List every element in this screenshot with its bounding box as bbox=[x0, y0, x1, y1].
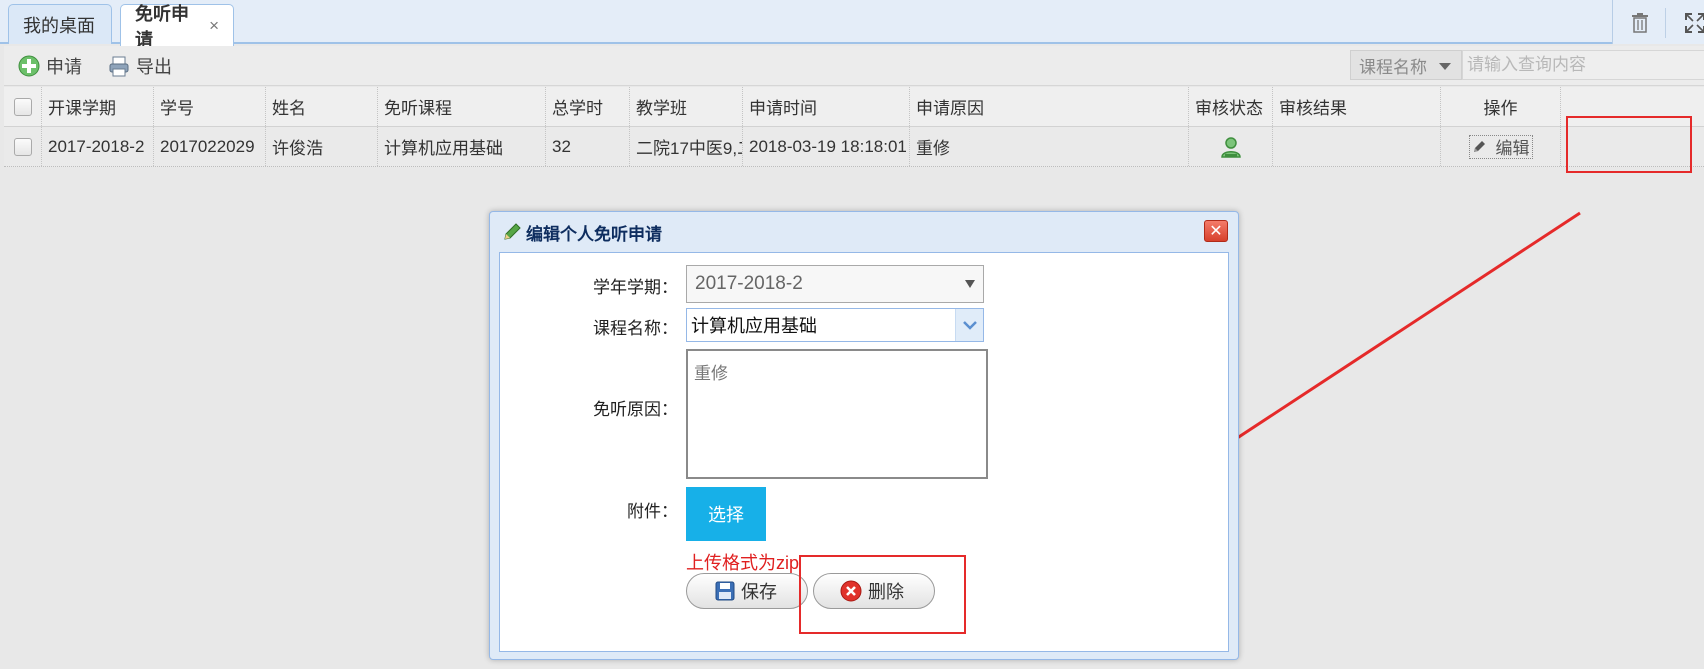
cell-apply-time: 2018-03-19 18:18:01 bbox=[743, 127, 910, 166]
column-header[interactable]: 免听课程 bbox=[378, 87, 546, 126]
choose-file-button[interactable]: 选择 bbox=[686, 487, 766, 541]
save-label: 保存 bbox=[741, 582, 777, 602]
add-icon bbox=[18, 55, 40, 77]
row-checkbox[interactable] bbox=[13, 137, 32, 156]
attachment-label: 附件： bbox=[627, 502, 678, 521]
cell-class: 二院17中医9,二 bbox=[630, 127, 743, 166]
cell-review-status bbox=[1189, 127, 1273, 166]
combo-dropdown-button[interactable] bbox=[955, 309, 983, 341]
grid-header: 开课学期 学号 姓名 免听课程 总学时 教学班 申请时间 申请原因 审核状态 审… bbox=[4, 87, 1704, 127]
column-header[interactable]: 教学班 bbox=[630, 87, 743, 126]
tab-bar: 我的桌面 免听申请 × bbox=[0, 0, 1704, 50]
tab-my-desktop[interactable]: 我的桌面 bbox=[8, 4, 112, 44]
dialog-title: 编辑个人免听申请 bbox=[526, 224, 662, 244]
edit-label: 编辑 bbox=[1495, 139, 1530, 158]
column-header[interactable]: 总学时 bbox=[546, 87, 630, 126]
caret-down-icon bbox=[965, 280, 975, 288]
cell-term: 2017-2018-2 bbox=[42, 127, 154, 166]
select-all-checkbox[interactable] bbox=[13, 97, 32, 116]
cell-name: 许俊浩 bbox=[266, 127, 378, 166]
cell-course: 计算机应用基础 bbox=[378, 127, 546, 166]
column-header[interactable]: 学号 bbox=[154, 87, 266, 126]
row-checkbox-cell bbox=[4, 127, 42, 166]
data-grid: 开课学期 学号 姓名 免听课程 总学时 教学班 申请时间 申请原因 审核状态 审… bbox=[4, 87, 1704, 167]
apply-button[interactable]: 申请 bbox=[18, 52, 82, 80]
printer-icon bbox=[109, 56, 129, 77]
fullscreen-icon[interactable] bbox=[1685, 13, 1704, 33]
cell-hours: 32 bbox=[546, 127, 630, 166]
tab-tools bbox=[1612, 0, 1704, 44]
reason-textarea[interactable]: 重修 bbox=[686, 349, 988, 479]
highlight-box-edit bbox=[1566, 116, 1692, 173]
apply-label: 申请 bbox=[46, 57, 82, 77]
reviewer-user-icon bbox=[1220, 136, 1241, 158]
upload-format-hint: 上传格式为zip bbox=[686, 553, 800, 573]
column-header[interactable]: 申请原因 bbox=[910, 87, 1189, 126]
cell-reason: 重修 bbox=[910, 127, 1189, 166]
tab-close-icon[interactable]: × bbox=[209, 16, 219, 36]
column-header[interactable]: 姓名 bbox=[266, 87, 378, 126]
divider bbox=[1665, 8, 1666, 38]
close-icon: ✕ bbox=[1209, 223, 1223, 240]
search-field-value: 课程名称 bbox=[1359, 57, 1427, 77]
table-row[interactable]: 2017-2018-2 2017022029 许俊浩 计算机应用基础 32 二院… bbox=[4, 127, 1704, 167]
edit-button[interactable]: 编辑 bbox=[1468, 134, 1533, 159]
search-field-select[interactable]: 课程名称 bbox=[1350, 50, 1462, 80]
pencil-icon bbox=[1473, 140, 1485, 152]
close-button[interactable]: ✕ bbox=[1204, 220, 1228, 242]
term-label: 学年学期： bbox=[593, 278, 678, 297]
term-select[interactable]: 2017-2018-2 bbox=[686, 265, 984, 303]
choose-label: 选择 bbox=[708, 505, 744, 525]
tab-exempt-application[interactable]: 免听申请 × bbox=[120, 4, 234, 50]
column-header[interactable]: 审核结果 bbox=[1273, 87, 1441, 126]
caret-down-icon bbox=[1439, 63, 1451, 70]
pencil-icon bbox=[504, 223, 521, 240]
tab-label: 我的桌面 bbox=[23, 15, 95, 36]
column-header[interactable]: 审核状态 bbox=[1189, 87, 1273, 126]
column-header[interactable]: 开课学期 bbox=[42, 87, 154, 126]
cell-student-id: 2017022029 bbox=[154, 127, 266, 166]
column-header[interactable]: 申请时间 bbox=[743, 87, 910, 126]
export-button[interactable]: 导出 bbox=[108, 52, 172, 80]
chevron-down-icon bbox=[962, 321, 977, 330]
toolbar: 申请 导出 课程名称 bbox=[4, 46, 1704, 86]
course-label: 课程名称： bbox=[593, 319, 678, 338]
cell-review-result bbox=[1273, 127, 1441, 166]
trash-icon[interactable] bbox=[1631, 13, 1649, 33]
search-input[interactable] bbox=[1462, 50, 1704, 80]
column-header[interactable]: 操作 bbox=[1441, 87, 1561, 126]
reason-label: 免听原因： bbox=[593, 400, 678, 419]
save-button[interactable]: 保存 bbox=[686, 573, 808, 609]
highlight-box-delete bbox=[799, 555, 966, 634]
header-checkbox-cell bbox=[4, 87, 42, 126]
term-value: 2017-2018-2 bbox=[695, 273, 803, 294]
course-combobox[interactable]: 计算机应用基础 bbox=[686, 308, 984, 342]
cell-action: 编辑 bbox=[1441, 127, 1561, 166]
course-value: 计算机应用基础 bbox=[691, 316, 817, 336]
tab-label: 免听申请 bbox=[135, 3, 189, 50]
export-label: 导出 bbox=[136, 57, 172, 77]
floppy-disk-icon bbox=[715, 581, 735, 601]
dialog-header: 编辑个人免听申请 ✕ bbox=[490, 212, 1238, 252]
